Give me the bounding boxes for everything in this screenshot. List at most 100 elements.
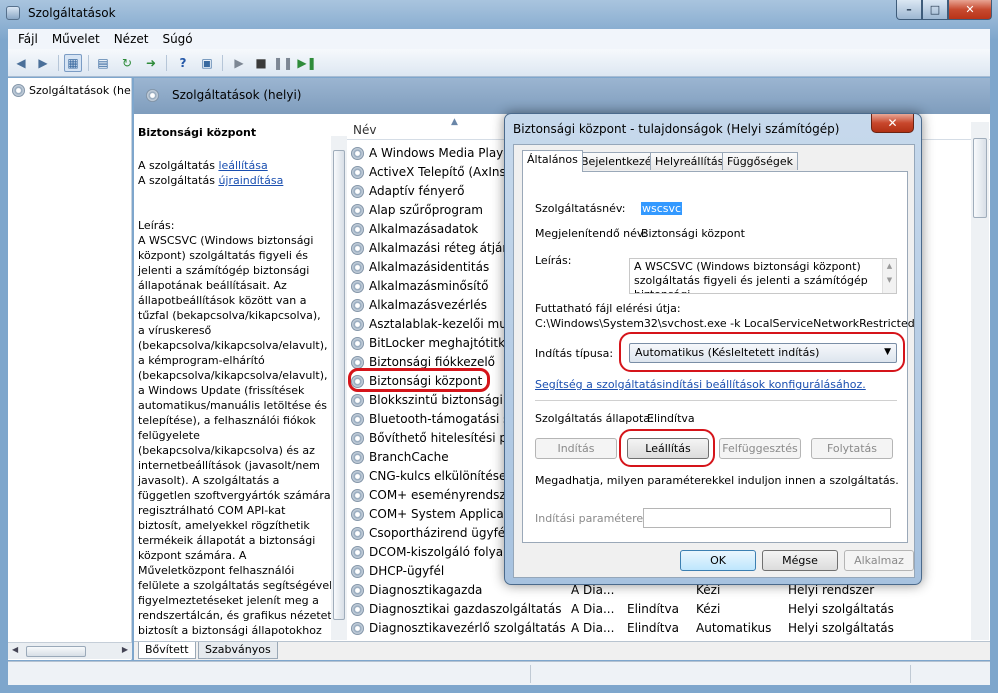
table-row[interactable]: Diagnosztikavezérlő szolgáltatás A Dia...…	[349, 619, 969, 638]
service-status-cell: Elindítva	[627, 602, 679, 616]
tab-extended[interactable]: Bővített	[138, 642, 196, 659]
services-app-icon	[6, 6, 20, 20]
gear-icon	[351, 527, 364, 540]
service-desc-cell: A Dia...	[571, 621, 615, 635]
ok-button[interactable]: OK	[680, 550, 756, 571]
apply-button[interactable]: Alkalmaz	[844, 550, 914, 571]
service-name-cell: Csoportházirend ügyfél	[369, 526, 509, 540]
resume-button[interactable]: Folytatás	[811, 438, 893, 459]
service-name-cell: Diagnosztikavezérlő szolgáltatás	[369, 621, 566, 635]
description-line: a kémprogram-elhárító	[138, 354, 265, 367]
description-line: szolgáltatás figyeli és jelenti a számít…	[634, 274, 868, 293]
service-name-cell: Diagnosztikagazda	[369, 583, 483, 597]
exe-path-value[interactable]: C:\Windows\System32\svchost.exe -k Local…	[535, 317, 915, 330]
service-name-cell: Adaptív fényerő	[369, 184, 465, 198]
service-logon-cell: Helyi szolgáltatás	[788, 602, 894, 616]
description-line: internetbeállítások (javasolt/nem	[138, 459, 320, 472]
description-line: központ) szolgáltatás figyeli és	[138, 249, 308, 262]
desc-text: A szolgáltatás	[138, 174, 219, 187]
tab-standard[interactable]: Szabványos	[198, 642, 278, 659]
description-line: telepítése), a felhasználói fiókok	[138, 414, 316, 427]
service-type-cell: Kézi	[696, 583, 721, 597]
help-icon[interactable]: ?	[174, 54, 192, 72]
tree-horizontal-scrollbar[interactable]: ◀ ▶	[8, 642, 132, 659]
description-line: A WSCSVC (Windows biztonsági központ)	[634, 260, 861, 273]
tab-dependencies[interactable]: Függőségek	[722, 152, 799, 170]
scroll-thumb[interactable]	[333, 150, 345, 620]
table-row[interactable]: Diagnosztikai gazdaszolgáltatás A Dia... E…	[349, 600, 969, 619]
menu-file[interactable]: Fájl	[18, 32, 38, 46]
pause-button[interactable]: Felfüggesztés	[719, 438, 801, 459]
description-scrollbar[interactable]	[331, 136, 347, 640]
tab-general[interactable]: Általános	[522, 150, 583, 172]
back-arrow-icon[interactable]: ◀	[12, 54, 30, 72]
service-desc-cell: A Dia...	[571, 583, 615, 597]
menu-action[interactable]: Művelet	[52, 32, 100, 46]
tree-item-services[interactable]: Szolgáltatások (he	[12, 84, 131, 97]
restart-service-link[interactable]: újraindítása	[218, 174, 283, 187]
menu-help[interactable]: Súgó	[162, 32, 192, 46]
list-icon[interactable]: ▤	[94, 54, 112, 72]
gear-icon	[351, 318, 364, 331]
service-name-cell: Alkalmazásvezérlés	[369, 298, 487, 312]
service-logon-cell: Helyi szolgáltatás	[788, 621, 894, 635]
desc-text: A szolgáltatás	[138, 159, 219, 172]
service-name-cell: Blokkszintű biztonsági me	[369, 393, 526, 407]
export-icon[interactable]: ➜	[142, 54, 160, 72]
status-bar	[8, 661, 990, 685]
description-scrollbar[interactable]: ▲ ▼	[882, 259, 896, 293]
display-name-value[interactable]: Biztonsági központ	[641, 227, 745, 240]
highlight-circle	[619, 332, 905, 372]
maximize-button[interactable]: □	[922, 0, 948, 20]
gear-icon	[351, 280, 364, 293]
description-line: felülete a szolgáltatás segítségével	[138, 579, 333, 592]
column-header-name[interactable]: Név	[353, 123, 376, 137]
console-tree: Szolgáltatások (he	[8, 78, 132, 660]
description-line: független szoftvergyártók számára	[138, 489, 331, 502]
scroll-right-icon[interactable]: ▶	[122, 645, 128, 654]
service-name-cell: Asztalablak-kezelői munk	[369, 317, 522, 331]
description-line: a víruskereső	[138, 324, 212, 337]
scroll-thumb[interactable]	[26, 646, 86, 657]
refresh-icon[interactable]: ↻	[118, 54, 136, 72]
title-bar[interactable]: Szolgáltatások – □ ✕	[0, 0, 998, 28]
params-label: Indítási paraméterek:	[535, 512, 654, 525]
general-tab-page: Szolgáltatásnév: wscsvc Megjelenítendő n…	[522, 171, 915, 543]
service-title: Biztonsági központ	[138, 126, 257, 139]
pause-icon[interactable]: ❚❚	[273, 54, 293, 72]
service-name-value[interactable]: wscsvc	[641, 202, 683, 215]
play-icon[interactable]: ▶	[230, 54, 248, 72]
startup-help-link[interactable]: Segítség a szolgáltatásindítási beállítá…	[535, 378, 866, 391]
close-button[interactable]: ✕	[948, 0, 992, 20]
scroll-thumb[interactable]	[973, 138, 987, 218]
params-input[interactable]	[643, 508, 891, 528]
gear-icon	[351, 299, 364, 312]
startup-type-label: Indítás típusa:	[535, 347, 614, 360]
gear-icon	[351, 489, 364, 502]
minimize-button[interactable]: –	[896, 0, 922, 20]
restart-icon[interactable]: ▶❚	[297, 54, 316, 72]
dialog-title: Biztonsági központ - tulajdonságok (Hely…	[513, 122, 840, 136]
gear-icon	[12, 84, 25, 97]
menu-bar: Fájl Művelet Nézet Súgó	[8, 29, 990, 49]
properties-icon[interactable]: ▣	[198, 54, 216, 72]
gear-icon	[351, 204, 364, 217]
description-box[interactable]: A WSCSVC (Windows biztonsági központ) sz…	[629, 258, 897, 294]
highlight-circle	[348, 368, 490, 392]
stop-icon[interactable]: ■	[252, 54, 270, 72]
console-tree-icon[interactable]: ▦	[64, 54, 82, 72]
tab-recovery[interactable]: Helyreállítás	[650, 152, 729, 170]
description-line: javasolt). A szolgáltatás a	[138, 474, 280, 487]
cancel-button[interactable]: Mégse	[762, 550, 838, 571]
scroll-left-icon[interactable]: ◀	[12, 645, 18, 654]
description-line: jelenti a számítógép biztonsági	[138, 264, 310, 277]
service-name-cell: Bővíthető hitelesítési prot	[369, 431, 524, 445]
description-label: Leírás:	[535, 254, 572, 267]
list-vertical-scrollbar[interactable]	[971, 122, 989, 640]
gear-icon	[146, 89, 159, 102]
start-button[interactable]: Indítás	[535, 438, 617, 459]
stop-service-link[interactable]: leállítása	[218, 159, 267, 172]
forward-arrow-icon[interactable]: ▶	[34, 54, 52, 72]
menu-view[interactable]: Nézet	[114, 32, 149, 46]
dialog-close-button[interactable]: ✕	[871, 114, 914, 133]
